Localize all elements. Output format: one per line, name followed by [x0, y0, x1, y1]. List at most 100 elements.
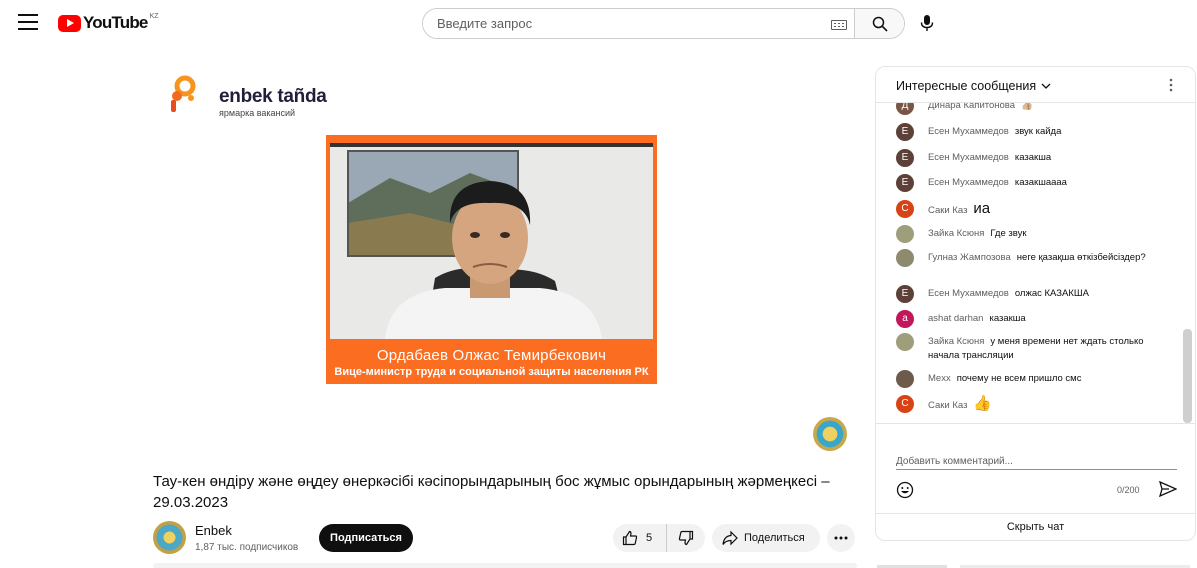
youtube-logo[interactable]: YouTube KZ	[58, 13, 159, 33]
top-bar: YouTube KZ	[0, 0, 1197, 46]
chat-more-icon[interactable]	[1169, 78, 1173, 92]
chat-message-text: иа	[973, 200, 991, 217]
like-button[interactable]: 5	[613, 524, 667, 552]
chat-message-text: звук кайда	[1014, 126, 1062, 137]
chevron-down-icon	[1041, 83, 1051, 89]
chat-message-text: казакшаааа	[1014, 177, 1067, 188]
country-code: KZ	[149, 12, 159, 20]
thumbs-up-icon	[622, 530, 638, 546]
live-chat: Интересные сообщения Д Динара Капитонова 👍…	[875, 66, 1196, 541]
emoji-icon[interactable]	[896, 481, 914, 499]
search-icon	[872, 16, 888, 32]
subscriber-count: 1,87 тыс. подписчиков	[195, 542, 299, 553]
chat-message-body: ashat darhan казакша	[928, 312, 1168, 326]
menu-icon[interactable]	[18, 14, 38, 30]
chat-author-avatar[interactable]	[896, 370, 914, 388]
chat-message-text: казакша	[989, 313, 1026, 324]
chat-author-name[interactable]: Саки Каз	[928, 400, 967, 411]
brand-name: enbek tañda	[219, 86, 327, 107]
video-player[interactable]: enbek tañda ярмарка вакансий Ордабаев Ол…	[153, 64, 857, 460]
chat-author-avatar[interactable]: С	[896, 395, 914, 413]
chat-author-avatar[interactable]	[896, 225, 914, 243]
speaker-image	[330, 143, 653, 339]
share-icon	[722, 530, 738, 546]
speaker-name: Ордабаев Олжас Темирбекович	[376, 347, 607, 364]
chat-author-avatar[interactable]: Е	[896, 285, 914, 303]
chat-author-name[interactable]: Гулназ Жампозова	[928, 252, 1011, 263]
chat-author-avatar[interactable]: a	[896, 310, 914, 328]
chat-author-avatar[interactable]: Д	[896, 103, 914, 115]
enbek-logo-mark	[171, 75, 196, 112]
chat-author-avatar[interactable]	[896, 333, 914, 351]
chat-author-avatar[interactable]: Е	[896, 123, 914, 141]
chat-author-name[interactable]: ashat darhan	[928, 313, 983, 324]
logo-text: YouTube	[83, 13, 148, 32]
webcam-frame: Ордабаев Олжас Темирбекович Вице-министр…	[326, 135, 657, 384]
chat-author-avatar[interactable]: С	[896, 200, 914, 218]
thumbs-down-icon	[678, 530, 694, 546]
chat-message-text: 👍	[973, 395, 993, 412]
youtube-play-icon	[58, 14, 81, 32]
chat-author-name[interactable]: Саки Каз	[928, 205, 967, 216]
comment-input[interactable]	[896, 454, 1177, 470]
chat-author-name[interactable]: Зайка Ксюня	[928, 336, 984, 347]
chat-mode-dropdown[interactable]: Интересные сообщения	[896, 79, 1051, 93]
chat-author-avatar[interactable]: Е	[896, 174, 914, 192]
chat-message-body: Саки Каз иа	[928, 200, 1168, 218]
chat-message-body: Есен Мухаммедов казакша	[928, 151, 1168, 165]
search-button[interactable]	[854, 9, 904, 38]
search-box	[422, 8, 905, 39]
chat-author-name[interactable]: Есен Мухаммедов	[928, 177, 1009, 188]
search-input[interactable]	[423, 9, 854, 38]
more-actions-button[interactable]	[827, 524, 855, 552]
chat-message-body: Есен Мухаммедов звук кайда	[928, 125, 1168, 139]
chat-author-name[interactable]: Зайка Ксюня	[928, 228, 984, 239]
send-icon[interactable]	[1159, 481, 1177, 497]
enbek-logo: enbek tañda ярмарка вакансий	[165, 72, 345, 118]
chat-message-body: Динара Капитонова 👍🏼	[928, 103, 1168, 113]
microphone-icon[interactable]	[918, 14, 936, 32]
chat-author-name[interactable]: Mexx	[928, 373, 951, 384]
chat-message-text: неге қазақша өткізбейсіздер?	[1016, 252, 1146, 263]
chat-message-text: 👍🏼	[1021, 103, 1033, 111]
channel-name[interactable]: Enbek	[195, 523, 232, 538]
char-counter: 0/200	[1117, 485, 1140, 495]
chat-message-body: Зайка Ксюня Где звук	[928, 227, 1168, 241]
chat-message-text: казакша	[1014, 152, 1052, 163]
chat-message-body: Mexx почему не всем пришло смс	[928, 372, 1168, 386]
video-title: Тау-кен өндіру және өңдеу өнеркәсібі кәс…	[153, 473, 830, 511]
chat-message-body: Гулназ Жампозова неге қазақша өткізбейсіз…	[928, 251, 1168, 265]
chat-scroll-thumb[interactable]	[1183, 329, 1192, 423]
chat-author-name[interactable]: Есен Мухаммедов	[928, 288, 1009, 299]
brand-subtitle: ярмарка вакансий	[219, 108, 296, 118]
speaker-title: Вице-министр труда и социальной защиты н…	[334, 366, 649, 378]
chat-message-body: Зайка Ксюня у меня времени нет ждать стол…	[928, 335, 1168, 362]
keyboard-icon[interactable]	[831, 20, 847, 30]
more-horizontal-icon	[834, 536, 848, 540]
chat-author-name[interactable]: Динара Капитонова	[928, 103, 1015, 111]
chat-author-avatar[interactable]: Е	[896, 149, 914, 167]
like-count: 5	[646, 532, 653, 544]
chat-mode-label: Интересные сообщения	[896, 79, 1037, 93]
share-button[interactable]: Поделиться	[712, 524, 820, 552]
description-box-edge	[153, 563, 857, 568]
chat-message-text: почему не всем пришло смс	[956, 373, 1082, 384]
chat-message-body: Есен Мухаммедов казакшаааа	[928, 176, 1168, 190]
channel-avatar[interactable]	[153, 521, 186, 554]
chat-scrollbar[interactable]	[1181, 103, 1194, 423]
chat-author-name[interactable]: Есен Мухаммедов	[928, 152, 1009, 163]
chat-message-text: Где звук	[990, 228, 1027, 239]
hide-chat-button[interactable]: Скрыть чат	[876, 513, 1195, 540]
chat-messages: Д Динара Капитонова 👍🏼 Е Есен Мухаммедов звук…	[876, 103, 1183, 423]
kazakhstan-emblem-icon	[813, 417, 847, 451]
subscribe-button[interactable]: Подписаться	[319, 524, 413, 552]
chat-message-body: Есен Мухаммедов олжас КАЗАКША	[928, 287, 1168, 301]
chat-header: Интересные сообщения	[876, 67, 1195, 103]
chat-author-avatar[interactable]	[896, 249, 914, 267]
chat-message-body: Саки Каз 👍	[928, 395, 1168, 413]
dislike-button[interactable]	[667, 530, 705, 546]
chat-message-text: олжас КАЗАКША	[1014, 288, 1089, 299]
chat-author-name[interactable]: Есен Мухаммедов	[928, 126, 1009, 137]
like-dislike-bar: 5	[613, 524, 705, 552]
chat-composer: 0/200	[876, 423, 1195, 513]
